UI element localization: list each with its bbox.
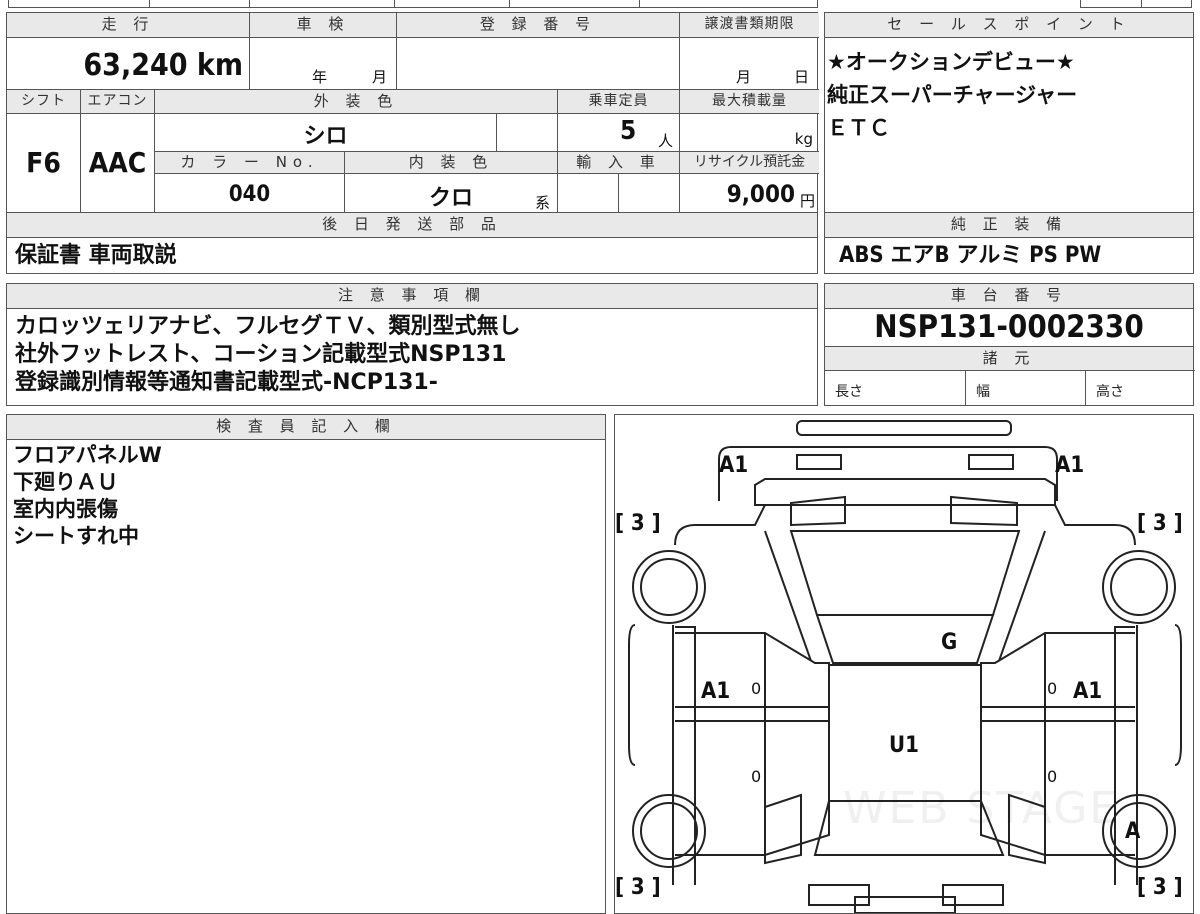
mark: 0 xyxy=(751,679,762,698)
mark: 0 xyxy=(1047,679,1058,698)
genuine-equipment-box: 純 正 装 備 ABS エアB アルミ PS PW xyxy=(824,212,1194,274)
registration-header: 登 録 番 号 xyxy=(396,13,679,37)
shift-header: シフト xyxy=(7,89,80,113)
capacity-header: 乗車定員 xyxy=(557,89,679,113)
import-header: 輸 入 車 xyxy=(557,151,679,173)
damage-diagram: A1 A1 [ 3 ] [ 3 ] G A1 A1 U1 A [ 3 ] [ 3… xyxy=(614,414,1194,914)
label-front-right: A1 xyxy=(1055,453,1085,478)
label-corner-tr: [ 3 ] xyxy=(1137,511,1183,536)
max-load-header: 最大積載量 xyxy=(679,89,819,113)
mark: 0 xyxy=(751,767,762,786)
label-corner-tl: [ 3 ] xyxy=(615,511,661,536)
genuine-equipment-value: ABS エアB アルミ PS PW xyxy=(825,237,1193,274)
sales-point-line: ★オークションデビュー★ xyxy=(827,50,1075,74)
transfer-deadline-header: 譲渡書類期限 xyxy=(679,13,819,37)
interior-color-header: 内 装 色 xyxy=(344,151,557,173)
inspector-header: 検 査 員 記 入 欄 xyxy=(7,415,605,439)
mileage-header: 走 行 xyxy=(7,13,249,37)
chassis-box: 車 台 番 号 NSP131-0002330 諸 元 長さ 幅 高さ xyxy=(824,283,1195,406)
inspector-line: 下廻りＡＵ xyxy=(13,470,118,494)
label-corner-bl: [ 3 ] xyxy=(615,875,661,900)
notes-header: 注 意 事 項 欄 xyxy=(7,284,817,308)
import-value-2 xyxy=(618,173,679,214)
color-no-header: カ ラ ー No. xyxy=(154,151,344,173)
notes-box: 注 意 事 項 欄 カロッツェリアナビ、フルセグＴＶ、類別型式無し 社外フットレ… xyxy=(6,283,818,406)
inspector-box: 検 査 員 記 入 欄 フロアパネルW 下廻りＡＵ 室内内張傷 シートすれ中 xyxy=(6,414,606,914)
label-rear-right-wheel: A xyxy=(1125,819,1141,844)
label-center: U1 xyxy=(889,733,919,758)
registration-value xyxy=(396,37,679,89)
inspector-line: シートすれ中 xyxy=(13,524,139,548)
later-shipping-value: 保証書 車両取説 xyxy=(7,237,817,274)
car-outline-diagram xyxy=(628,420,1182,913)
top-strip xyxy=(8,0,818,8)
sales-points-header: セ ー ル ス ポ イ ン ト xyxy=(825,13,1193,37)
color-no-value: 040 xyxy=(154,173,344,214)
inspector-line: フロアパネルW xyxy=(13,443,162,467)
inspection-header: 車 検 xyxy=(249,13,396,37)
capacity-value: 5 人 xyxy=(557,113,679,151)
label-roof: G xyxy=(941,630,958,655)
inspection-value: 年 月 xyxy=(249,37,396,89)
chassis-value: NSP131-0002330 xyxy=(825,308,1193,346)
transfer-deadline-value: 月 日 xyxy=(679,37,819,89)
spec-length: 長さ xyxy=(825,370,965,406)
import-value xyxy=(557,173,618,214)
chassis-header: 車 台 番 号 xyxy=(825,284,1193,308)
sales-point-line: 純正スーパーチャージャー xyxy=(827,83,1078,107)
recycle-fee-value: 9,000 円 xyxy=(679,173,819,214)
note-line: 登録識別情報等通知書記載型式-NCP131- xyxy=(15,370,438,395)
vehicle-spec-table: 走 行 車 検 登 録 番 号 譲渡書類期限 63,240 km 年 月 月 日… xyxy=(6,12,819,214)
inspector-line: 室内内張傷 xyxy=(13,497,118,521)
watermark: WEB STAGE xyxy=(843,783,1120,834)
recycle-fee-header: リサイクル預託金 xyxy=(679,151,819,173)
later-shipping-box: 後 日 発 送 部 品 保証書 車両取説 xyxy=(6,212,818,274)
spec-height: 高さ xyxy=(1085,370,1195,406)
note-line: カロッツェリアナビ、フルセグＴＶ、類別型式無し xyxy=(15,314,521,339)
exterior-color-sub xyxy=(496,113,557,151)
sales-points-box: セ ー ル ス ポ イ ン ト ★オークションデビュー★ 純正スーパーチャージャ… xyxy=(824,12,1194,213)
genuine-equipment-header: 純 正 装 備 xyxy=(825,213,1193,237)
exterior-color-header: 外 装 色 xyxy=(154,89,557,113)
spec-width: 幅 xyxy=(965,370,1085,406)
notes-list: カロッツェリアナビ、フルセグＴＶ、類別型式無し 社外フットレスト、コーション記載… xyxy=(7,308,817,406)
label-front-left: A1 xyxy=(719,453,749,478)
later-shipping-header: 後 日 発 送 部 品 xyxy=(7,213,817,237)
aircon-value: AAC xyxy=(80,113,154,214)
label-door-left: A1 xyxy=(701,679,731,704)
max-load-value: kg xyxy=(679,113,819,151)
inspector-list: フロアパネルW 下廻りＡＵ 室内内張傷 シートすれ中 xyxy=(7,439,605,909)
label-door-right: A1 xyxy=(1073,679,1103,704)
exterior-color-value: シロ xyxy=(154,113,496,151)
specs-header: 諸 元 xyxy=(825,346,1193,370)
sales-point-line: ＥＴＣ xyxy=(827,116,890,140)
label-corner-br: [ 3 ] xyxy=(1137,875,1183,900)
top-strip-right xyxy=(1080,0,1192,8)
shift-value: F6 xyxy=(7,113,80,214)
sales-points-list: ★オークションデビュー★ 純正スーパーチャージャー ＥＴＣ xyxy=(825,37,1193,213)
note-line: 社外フットレスト、コーション記載型式NSP131 xyxy=(15,342,507,367)
aircon-header: エアコン xyxy=(80,89,154,113)
mileage-value: 63,240 km xyxy=(7,37,249,89)
interior-color-value: クロ 系 xyxy=(344,173,557,214)
